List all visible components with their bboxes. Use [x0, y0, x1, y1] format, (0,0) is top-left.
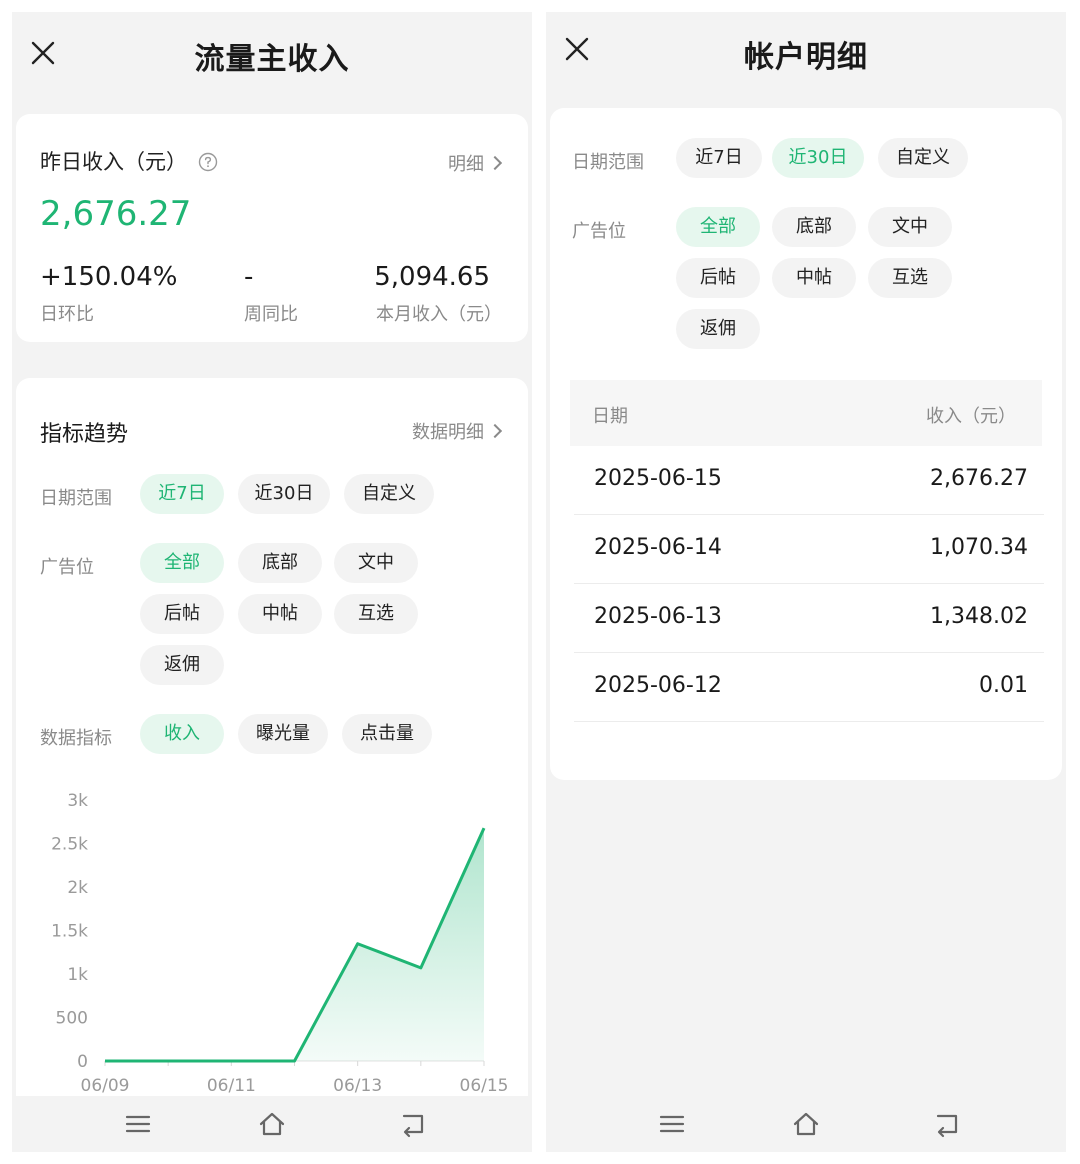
chip-ad-bottom[interactable]: 底部 [772, 207, 856, 247]
account-detail-screen: 帐户明细 日期范围 近7日 近30日 自定义 广告位 全部 底部 文中 后帖 中… [546, 12, 1066, 1152]
detail-link-label: 明细 [448, 154, 484, 175]
row-date: 2025-06-15 [594, 466, 722, 491]
table-header: 日期 收入（元） [570, 380, 1042, 446]
row-income: 1,070.34 [930, 535, 1028, 560]
data-point-06-10 [166, 1059, 170, 1063]
week-over-week-label: 周同比 [244, 304, 298, 325]
top-bar: 流量主收入 [12, 12, 532, 110]
chip-ad-in-article[interactable]: 文中 [868, 207, 952, 247]
x-tick-label: 06/13 [333, 1076, 382, 1096]
row-income: 0.01 [979, 673, 1028, 698]
chip-metric-income[interactable]: 收入 [140, 714, 224, 754]
month-income-label: 本月收入（元） [376, 304, 502, 325]
chip-metric-clicks[interactable]: 点击量 [342, 714, 432, 754]
table-header-income: 收入（元） [926, 406, 1016, 427]
row-income: 1,348.02 [930, 604, 1028, 629]
chip-ad-post[interactable]: 后帖 [140, 594, 224, 634]
yesterday-income-card: 昨日收入（元） 明细 2,676.27 +150.04% 日环比 - 周同比 5… [16, 114, 528, 342]
y-tick-label: 1k [67, 965, 88, 985]
data-detail-link-label: 数据明细 [412, 422, 484, 443]
y-tick-label: 2.5k [51, 835, 88, 855]
chip-last-30-days[interactable]: 近30日 [238, 474, 330, 514]
page-title: 流量主收入 [194, 42, 350, 77]
question-circle-icon[interactable] [198, 152, 218, 172]
y-tick-label: 2k [67, 878, 88, 898]
chip-ad-all[interactable]: 全部 [140, 543, 224, 583]
chip-ad-rebate[interactable]: 返佣 [140, 645, 224, 685]
menu-icon[interactable] [124, 1110, 152, 1138]
income-trend-chart: 0 500 1k 1.5k 2k 2.5k 3k 06/09 06/11 06/13 06/15 [51, 791, 509, 1096]
data-point-06-13 [356, 942, 360, 946]
data-point-06-11 [229, 1059, 233, 1063]
data-point-06-15 [482, 826, 486, 830]
day-over-day-value: +150.04% [40, 262, 178, 292]
chevron-right-icon [487, 155, 503, 171]
back-icon[interactable] [400, 1110, 428, 1138]
income-area-fill [105, 828, 484, 1061]
x-tick-label: 06/09 [81, 1076, 130, 1096]
table-row: 2025-06-15 2,676.27 [574, 446, 1044, 515]
day-over-day-label: 日环比 [40, 304, 94, 325]
metric-label: 数据指标 [40, 728, 112, 749]
data-point-06-12 [293, 1059, 297, 1063]
chip-ad-mutual[interactable]: 互选 [334, 594, 418, 634]
month-income-value: 5,094.65 [374, 262, 490, 292]
ad-slot-label: 广告位 [40, 557, 94, 578]
back-icon[interactable] [934, 1110, 962, 1138]
date-range-label: 日期范围 [572, 152, 644, 173]
ad-slot-label: 广告位 [572, 221, 626, 242]
yesterday-income-label: 昨日收入（元） [40, 150, 187, 174]
y-tick-label: 1.5k [51, 922, 88, 942]
y-tick-label: 3k [67, 791, 88, 811]
table-header-date: 日期 [592, 406, 628, 427]
chevron-right-icon [487, 423, 503, 439]
system-nav-bar [546, 1096, 1066, 1152]
chip-last-7-days[interactable]: 近7日 [140, 474, 224, 514]
table-row: 2025-06-13 1,348.02 [574, 584, 1044, 653]
income-screen: 流量主收入 昨日收入（元） 明细 2,676.27 +150.04% 日环比 -… [12, 12, 532, 1152]
home-icon[interactable] [258, 1110, 286, 1138]
x-tick-label: 06/11 [207, 1076, 256, 1096]
data-detail-link[interactable]: 数据明细 [412, 418, 503, 444]
top-bar: 帐户明细 [546, 12, 1066, 110]
chip-ad-post[interactable]: 后帖 [676, 258, 760, 298]
detail-link[interactable]: 明细 [448, 150, 503, 176]
table-row: 2025-06-14 1,070.34 [574, 515, 1044, 584]
chip-last-7-days[interactable]: 近7日 [676, 138, 762, 178]
data-point-06-14 [419, 966, 423, 970]
trend-card: 指标趋势 数据明细 日期范围 近7日 近30日 自定义 广告位 全部 底部 文中… [16, 378, 528, 1108]
page-title: 帐户明细 [744, 40, 868, 75]
menu-icon[interactable] [658, 1110, 686, 1138]
home-icon[interactable] [792, 1110, 820, 1138]
chip-ad-mutual[interactable]: 互选 [868, 258, 952, 298]
row-date: 2025-06-14 [594, 535, 722, 560]
row-date: 2025-06-12 [594, 673, 722, 698]
chip-ad-in-article[interactable]: 文中 [334, 543, 418, 583]
chip-ad-mid[interactable]: 中帖 [772, 258, 856, 298]
chip-ad-rebate[interactable]: 返佣 [676, 309, 760, 349]
system-nav-bar [12, 1096, 532, 1152]
table-row: 2025-06-12 0.01 [574, 653, 1044, 722]
account-detail-card: 日期范围 近7日 近30日 自定义 广告位 全部 底部 文中 后帖 中帖 互选 … [550, 108, 1062, 780]
chip-custom[interactable]: 自定义 [344, 474, 434, 514]
row-income: 2,676.27 [930, 466, 1028, 491]
x-tick-label: 06/15 [460, 1076, 509, 1096]
chip-ad-mid[interactable]: 中帖 [238, 594, 322, 634]
chip-ad-bottom[interactable]: 底部 [238, 543, 322, 583]
trend-title: 指标趋势 [40, 422, 129, 447]
date-range-label: 日期范围 [40, 488, 112, 509]
row-date: 2025-06-13 [594, 604, 722, 629]
y-tick-label: 0 [77, 1052, 88, 1072]
y-tick-label: 500 [56, 1009, 88, 1029]
chip-last-30-days[interactable]: 近30日 [772, 138, 864, 178]
chip-metric-impressions[interactable]: 曝光量 [238, 714, 328, 754]
chip-custom[interactable]: 自定义 [878, 138, 968, 178]
data-point-06-09 [103, 1059, 107, 1063]
chip-ad-all[interactable]: 全部 [676, 207, 760, 247]
yesterday-income-amount: 2,676.27 [40, 194, 192, 234]
week-over-week-value: - [244, 262, 254, 292]
